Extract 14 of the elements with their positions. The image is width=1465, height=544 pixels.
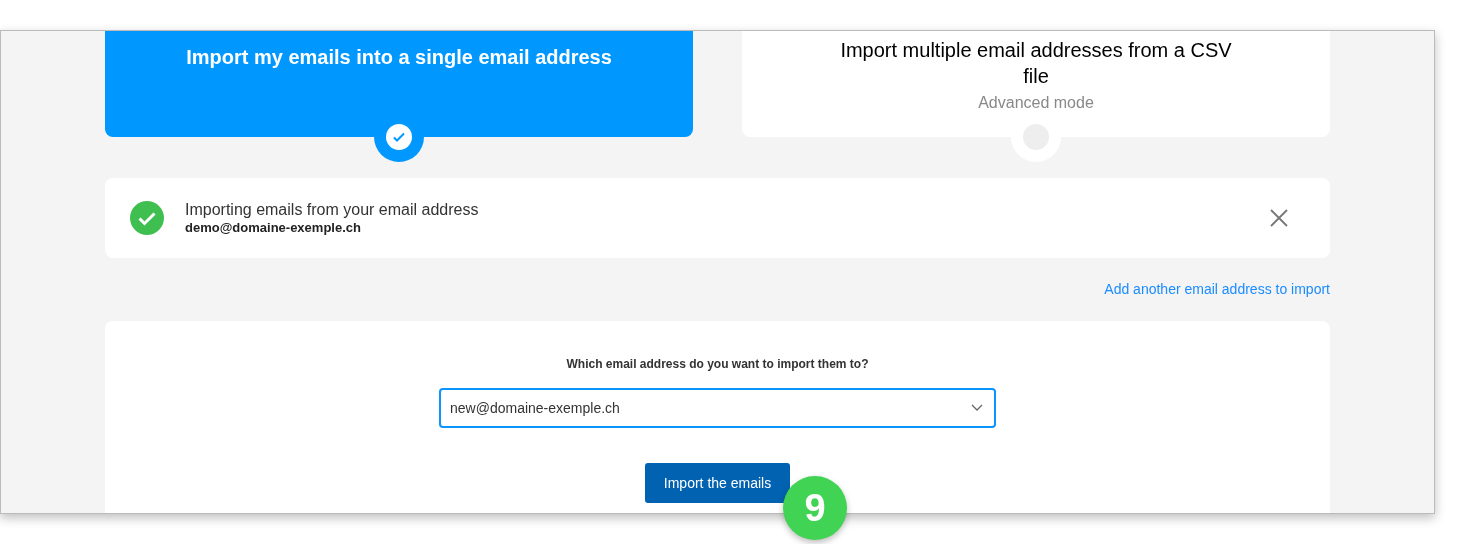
success-check-icon [130, 201, 164, 235]
option-title: Import my emails into a single email address [186, 45, 612, 70]
source-message: Importing emails from your email address [185, 200, 479, 219]
destination-question: Which email address do you want to import them to? [566, 356, 869, 373]
option-title: Import multiple email addresses from a CSV file [839, 38, 1233, 89]
option-card[interactable]: Import multiple email addresses from a CSV file Advanced mode [742, 31, 1330, 137]
close-icon[interactable] [1270, 209, 1288, 227]
add-email-link[interactable]: Add another email address to import [1104, 279, 1330, 300]
option-subtitle: Advanced mode [978, 93, 1094, 113]
source-address: demo@domaine-exemple.ch [185, 218, 362, 236]
import-button[interactable]: Import the emails [645, 463, 790, 503]
step-badge: 9 [783, 476, 847, 540]
chevron-down-icon [971, 404, 983, 412]
destination-select[interactable]: new@domaine-exemple.ch [439, 388, 996, 428]
